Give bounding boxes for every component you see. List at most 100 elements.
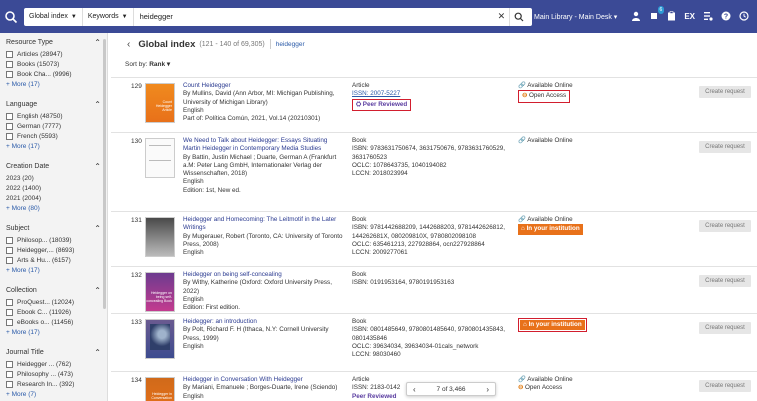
facet-option[interactable]: 2021 (2004)	[6, 193, 101, 203]
ex-icon[interactable]: EX	[684, 12, 695, 21]
chevron-up-icon[interactable]: ⌃	[94, 38, 101, 47]
chevron-up-icon[interactable]: ⌃	[94, 286, 101, 295]
in-institution-badge[interactable]: ⌂ In your institution	[520, 320, 585, 331]
facet-option[interactable]: Book Cha... (9996)	[6, 69, 101, 79]
result-title[interactable]: We Need to Talk about Heidegger: Essays …	[183, 137, 343, 154]
cover-thumbnail[interactable]	[145, 217, 175, 257]
facet-option[interactable]: ProQuest... (12024)	[6, 297, 101, 307]
checkbox[interactable]	[6, 308, 13, 316]
checkbox[interactable]	[6, 236, 13, 244]
in-institution-badge[interactable]: ⌂ In your institution	[518, 224, 583, 235]
available-online[interactable]: 🔗 Available Online	[518, 376, 573, 384]
checkbox[interactable]	[6, 318, 13, 326]
checkbox[interactable]	[6, 246, 13, 254]
facet-more-link[interactable]: + More (17)	[6, 141, 101, 151]
facet-option[interactable]: English (48750)	[6, 111, 101, 121]
checkbox[interactable]	[6, 370, 13, 378]
facet-option[interactable]: 2023 (20)	[6, 173, 101, 183]
cover-thumbnail[interactable]: Count Heidegger Article	[145, 83, 175, 123]
facet-option[interactable]: Books (15073)	[6, 59, 101, 69]
checkbox[interactable]	[6, 380, 13, 388]
checkbox[interactable]	[6, 298, 13, 306]
available-online[interactable]: 🔗 Available Online	[518, 137, 573, 145]
sidebar-scrollbar[interactable]	[103, 39, 106, 309]
availability: 🔗 Available Online ⌂ In your institution	[518, 216, 583, 235]
result-title[interactable]: Heidegger: an introduction	[183, 318, 343, 326]
next-page-icon[interactable]: ›	[486, 385, 489, 394]
result-details: Heidegger and Homecoming: The Leitmotif …	[183, 216, 343, 257]
checkbox[interactable]	[6, 112, 13, 120]
checkbox[interactable]	[6, 122, 13, 130]
facet-more-link[interactable]: + More (80)	[6, 203, 101, 213]
cover-thumbnail[interactable]: Heidegger in Conversation	[145, 377, 175, 401]
facet-option[interactable]: Ebook C... (11926)	[6, 307, 101, 317]
clear-icon[interactable]: ✕	[493, 7, 510, 26]
checkbox[interactable]	[6, 256, 13, 264]
result-row: 130 We Need to Talk about Heidegger: Ess…	[111, 132, 757, 211]
available-online[interactable]: 🔗 Available Online	[518, 216, 583, 224]
search-input[interactable]	[133, 7, 494, 26]
facet-more-link[interactable]: + More (7)	[6, 389, 101, 399]
user-icon[interactable]	[631, 11, 641, 23]
chevron-up-icon[interactable]: ⌃	[94, 348, 101, 357]
facet-more-link[interactable]: + More (17)	[6, 265, 101, 275]
issn-link[interactable]: ISSN: 2007-5227	[352, 90, 512, 98]
checkbox[interactable]	[6, 360, 13, 368]
create-request-button[interactable]: Create request	[699, 380, 751, 392]
checkbox[interactable]	[6, 132, 13, 140]
create-request-button[interactable]: Create request	[699, 322, 751, 334]
facet-option[interactable]: 2022 (1400)	[6, 183, 101, 193]
history-icon[interactable]	[739, 10, 749, 23]
available-online[interactable]: 🔗 Available Online	[518, 82, 573, 90]
cover-thumbnail[interactable]	[145, 138, 175, 178]
facet-more-link[interactable]: + More (17)	[6, 327, 101, 337]
field-label: Keywords	[87, 13, 119, 20]
field-select[interactable]: Keywords ▼	[83, 7, 134, 26]
facet-option[interactable]: Philosophy ... (473)	[6, 369, 101, 379]
cover-thumbnail[interactable]: Heidegger on being self-concealing Book	[145, 272, 175, 312]
checkbox[interactable]	[6, 60, 13, 68]
prev-page-icon[interactable]: ‹	[413, 385, 416, 394]
facet-more-link[interactable]: + More (17)	[6, 79, 101, 89]
facet-option-label: Book Cha... (9996)	[17, 70, 72, 78]
help-icon[interactable]: ?	[721, 11, 731, 23]
refine-icon[interactable]	[703, 11, 713, 23]
create-request-button[interactable]: Create request	[699, 275, 751, 287]
result-title[interactable]: Count Heidegger	[183, 82, 343, 90]
facet-option[interactable]: Arts & Hu... (6157)	[6, 255, 101, 265]
facet-option[interactable]: Heidegger ... (762)	[6, 359, 101, 369]
facet-option[interactable]: French (5593)	[6, 131, 101, 141]
back-icon[interactable]: ‹	[127, 39, 130, 50]
facet-option[interactable]: Articles (28947)	[6, 49, 101, 59]
facet-option[interactable]: Philosop... (18039)	[6, 235, 101, 245]
result-number: 131	[131, 217, 142, 224]
search-logo-icon[interactable]	[0, 0, 22, 33]
cover-thumbnail[interactable]	[145, 319, 175, 359]
chevron-up-icon[interactable]: ⌃	[94, 224, 101, 233]
facet-option[interactable]: Research In... (392)	[6, 379, 101, 389]
caret-icon: ▼	[121, 13, 128, 20]
create-request-button[interactable]: Create request	[699, 86, 751, 98]
clipboard-icon[interactable]	[667, 10, 676, 23]
result-title[interactable]: Heidegger on being self-concealing	[183, 271, 343, 279]
query-chip[interactable]: heidegger	[276, 41, 305, 48]
checkbox[interactable]	[6, 50, 13, 58]
facet-option[interactable]: eBooks o... (11456)	[6, 317, 101, 327]
pager: ‹ 7 of 3,466 ›	[406, 382, 496, 396]
chevron-up-icon[interactable]: ⌃	[94, 100, 101, 109]
create-request-button[interactable]: Create request	[699, 141, 751, 153]
facet-option[interactable]: Heidegger,... (8693)	[6, 245, 101, 255]
cover-text: Heidegger on being self-concealing Book	[146, 291, 172, 303]
chevron-up-icon[interactable]: ⌃	[94, 162, 101, 171]
scope-select[interactable]: Global index ▼	[24, 7, 83, 26]
facet-option[interactable]: German (7777)	[6, 121, 101, 131]
result-title[interactable]: Heidegger and Homecoming: The Leitmotif …	[183, 216, 343, 233]
sort-select[interactable]: Rank ▾	[149, 61, 170, 68]
result-title[interactable]: Heidegger in Conversation With Heidegger	[183, 376, 343, 384]
tasks-icon[interactable]: 6	[649, 5, 665, 23]
search-scope: Global index ▼ Keywords ▼	[24, 7, 134, 26]
search-icon[interactable]	[509, 7, 533, 26]
checkbox[interactable]	[6, 70, 13, 78]
desk-select[interactable]: Main Library - Main Desk ▾	[534, 13, 617, 21]
create-request-button[interactable]: Create request	[699, 220, 751, 232]
